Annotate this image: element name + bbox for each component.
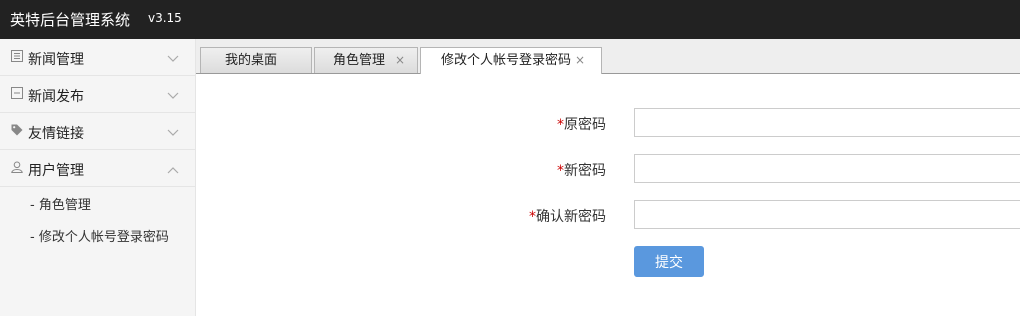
required-mark: * [529, 209, 536, 225]
confirm-password-label-text: 确认新密码 [536, 209, 606, 225]
sidebar-item-label: 新闻管理 [28, 52, 84, 68]
change-password-form: *原密码 *新密码 *确认新密码 提交 [196, 74, 1020, 316]
tab-bar: 我的桌面 角色管理 × 修改个人帐号登录密码 × [196, 39, 1020, 74]
confirm-password-input[interactable] [634, 200, 1020, 229]
new-password-input[interactable] [634, 154, 1020, 183]
close-icon[interactable]: × [575, 48, 585, 73]
sidebar-item-label: 新闻发布 [28, 89, 84, 105]
submit-button[interactable]: 提交 [634, 246, 704, 277]
required-mark: * [557, 163, 564, 179]
sidebar-item-friend-links[interactable]: 友情链接 [0, 113, 195, 150]
sidebar: 新闻管理 新闻发布 友情链接 用户管理 - 角色管理 - 修改个人帐号登录密码 [0, 39, 196, 316]
old-password-label: *原密码 [196, 114, 606, 134]
confirm-password-label: *确认新密码 [196, 206, 606, 226]
new-password-label: *新密码 [196, 160, 606, 180]
chevron-down-icon [167, 89, 179, 104]
app-title: 英特后台管理系统 [10, 11, 131, 29]
old-password-label-text: 原密码 [564, 117, 606, 133]
close-icon[interactable]: × [395, 48, 405, 73]
tab-role-management[interactable]: 角色管理 × [314, 47, 418, 73]
app-version: v3.15 [148, 11, 182, 25]
tag-icon [11, 124, 23, 136]
publish-icon [11, 87, 23, 99]
sidebar-item-label: 用户管理 [28, 163, 84, 179]
chevron-down-icon [167, 126, 179, 141]
sidebar-item-news-management[interactable]: 新闻管理 [0, 39, 195, 76]
sidebar-item-user-management[interactable]: 用户管理 [0, 150, 195, 187]
tab-my-desktop[interactable]: 我的桌面 [200, 47, 312, 73]
tab-label: 角色管理 [333, 53, 386, 68]
news-list-icon [11, 50, 23, 62]
new-password-label-text: 新密码 [564, 163, 606, 179]
tab-label: 修改个人帐号登录密码 [441, 53, 572, 68]
chevron-up-icon [167, 163, 179, 178]
sidebar-item-news-publish[interactable]: 新闻发布 [0, 76, 195, 113]
user-management-submenu: - 角色管理 - 修改个人帐号登录密码 [0, 190, 195, 254]
tab-label: 我的桌面 [225, 53, 278, 68]
sidebar-item-label: 友情链接 [28, 126, 84, 142]
user-icon [11, 161, 23, 173]
sidebar-subitem-role-management[interactable]: - 角色管理 [0, 190, 195, 222]
required-mark: * [557, 117, 564, 133]
sidebar-subitem-change-password[interactable]: - 修改个人帐号登录密码 [0, 222, 195, 254]
old-password-input[interactable] [634, 108, 1020, 137]
top-navbar: 英特后台管理系统 v3.15 [0, 0, 1020, 39]
chevron-down-icon [167, 52, 179, 67]
tab-change-password[interactable]: 修改个人帐号登录密码 × [420, 47, 602, 74]
